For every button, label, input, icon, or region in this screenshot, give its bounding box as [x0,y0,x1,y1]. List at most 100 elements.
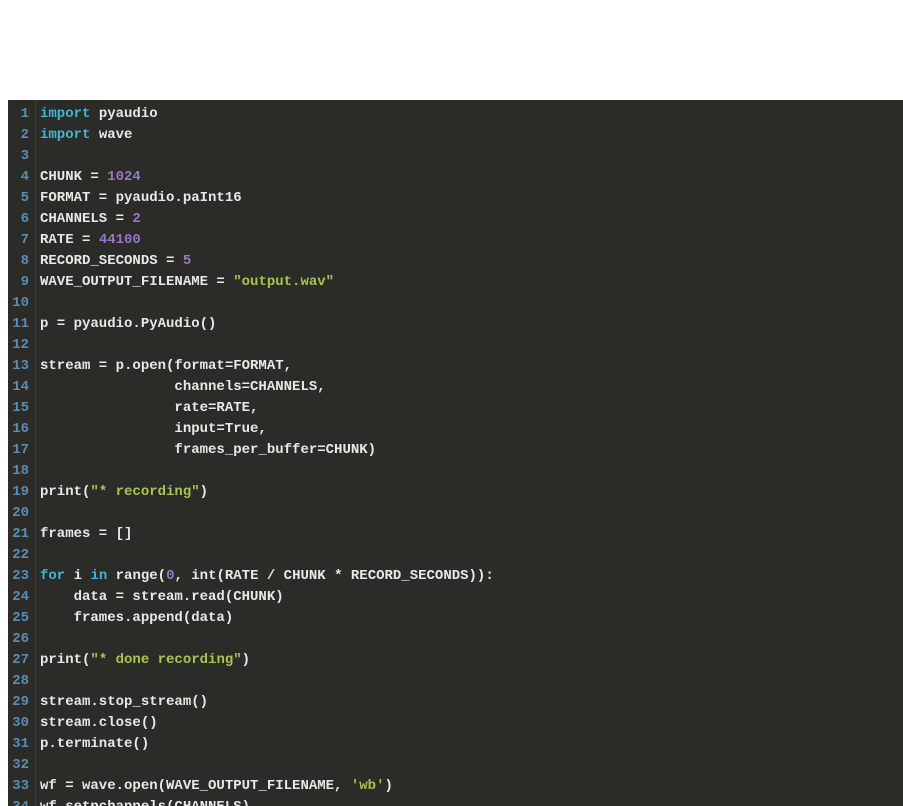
code-line[interactable]: wf = wave.open(WAVE_OUTPUT_FILENAME, 'wb… [40,776,903,797]
line-number: 20 [12,503,29,524]
code-line[interactable] [40,545,903,566]
line-number: 6 [12,209,29,230]
code-line[interactable] [40,503,903,524]
line-number: 2 [12,125,29,146]
code-line[interactable]: channels=CHANNELS, [40,377,903,398]
code-editor[interactable]: 1234567891011121314151617181920212223242… [8,100,903,806]
code-token: range( [107,568,166,584]
code-token: RECORD_SECONDS = [40,253,183,269]
code-line[interactable]: FORMAT = pyaudio.paInt16 [40,188,903,209]
code-token: ) [242,652,250,668]
code-token: channels=CHANNELS, [40,379,326,395]
code-token: print( [40,484,90,500]
code-token: "* done recording" [90,652,241,668]
code-token: wf.setnchannels(CHANNELS) [40,799,250,806]
code-token: 1024 [107,169,141,185]
line-number: 18 [12,461,29,482]
code-token: "* recording" [90,484,199,500]
line-number: 14 [12,377,29,398]
code-token: pyaudio [90,106,157,122]
code-line[interactable]: RATE = 44100 [40,230,903,251]
code-token: RATE = [40,232,99,248]
line-number-gutter: 1234567891011121314151617181920212223242… [8,100,36,806]
line-number: 12 [12,335,29,356]
code-area[interactable]: import pyaudioimport wave CHUNK = 1024FO… [36,100,903,806]
code-token: frames = [] [40,526,132,542]
line-number: 34 [12,797,29,806]
line-number: 32 [12,755,29,776]
code-line[interactable]: import wave [40,125,903,146]
code-line[interactable] [40,293,903,314]
code-line[interactable]: stream.close() [40,713,903,734]
code-token: , int(RATE / CHUNK * RECORD_SECONDS)): [174,568,493,584]
code-line[interactable]: stream = p.open(format=FORMAT, [40,356,903,377]
line-number: 29 [12,692,29,713]
code-line[interactable]: wf.setnchannels(CHANNELS) [40,797,903,806]
code-token: 2 [132,211,140,227]
line-number: 7 [12,230,29,251]
line-number: 9 [12,272,29,293]
line-number: 23 [12,566,29,587]
code-line[interactable]: stream.stop_stream() [40,692,903,713]
code-token: p.terminate() [40,736,149,752]
code-line[interactable]: RECORD_SECONDS = 5 [40,251,903,272]
code-line[interactable]: frames_per_buffer=CHUNK) [40,440,903,461]
code-line[interactable] [40,671,903,692]
code-token: "output.wav" [233,274,334,290]
code-line[interactable] [40,146,903,167]
line-number: 4 [12,167,29,188]
code-line[interactable] [40,461,903,482]
code-token: import [40,127,90,143]
code-token: frames.append(data) [40,610,233,626]
line-number: 19 [12,482,29,503]
code-token: ) [384,778,392,794]
code-line[interactable]: print("* recording") [40,482,903,503]
code-line[interactable]: WAVE_OUTPUT_FILENAME = "output.wav" [40,272,903,293]
line-number: 33 [12,776,29,797]
code-token: wf = wave.open(WAVE_OUTPUT_FILENAME, [40,778,351,794]
code-token: import [40,106,90,122]
line-number: 1 [12,104,29,125]
code-token: print( [40,652,90,668]
line-number: 25 [12,608,29,629]
line-number: 26 [12,629,29,650]
code-token: input=True, [40,421,267,437]
code-line[interactable]: rate=RATE, [40,398,903,419]
line-number: 27 [12,650,29,671]
code-line[interactable]: CHUNK = 1024 [40,167,903,188]
code-token: frames_per_buffer=CHUNK) [40,442,376,458]
line-number: 13 [12,356,29,377]
code-token: WAVE_OUTPUT_FILENAME = [40,274,233,290]
code-line[interactable] [40,335,903,356]
code-line[interactable]: p.terminate() [40,734,903,755]
line-number: 17 [12,440,29,461]
line-number: 28 [12,671,29,692]
code-token: stream.stop_stream() [40,694,208,710]
code-line[interactable] [40,629,903,650]
code-token: 5 [183,253,191,269]
code-line[interactable]: p = pyaudio.PyAudio() [40,314,903,335]
code-token: rate=RATE, [40,400,258,416]
code-token: CHUNK = [40,169,107,185]
line-number: 8 [12,251,29,272]
code-line[interactable] [40,755,903,776]
code-token: 44100 [99,232,141,248]
code-line[interactable]: import pyaudio [40,104,903,125]
code-line[interactable]: frames = [] [40,524,903,545]
code-token: data = stream.read(CHUNK) [40,589,284,605]
code-line[interactable]: print("* done recording") [40,650,903,671]
line-number: 16 [12,419,29,440]
code-token: in [90,568,107,584]
code-line[interactable]: input=True, [40,419,903,440]
code-token: i [65,568,90,584]
code-line[interactable]: data = stream.read(CHUNK) [40,587,903,608]
line-number: 5 [12,188,29,209]
code-line[interactable]: frames.append(data) [40,608,903,629]
code-line[interactable]: for i in range(0, int(RATE / CHUNK * REC… [40,566,903,587]
code-token: p = pyaudio.PyAudio() [40,316,216,332]
line-number: 24 [12,587,29,608]
code-token: stream.close() [40,715,158,731]
line-number: 3 [12,146,29,167]
code-line[interactable]: CHANNELS = 2 [40,209,903,230]
code-token: stream = p.open(format=FORMAT, [40,358,292,374]
